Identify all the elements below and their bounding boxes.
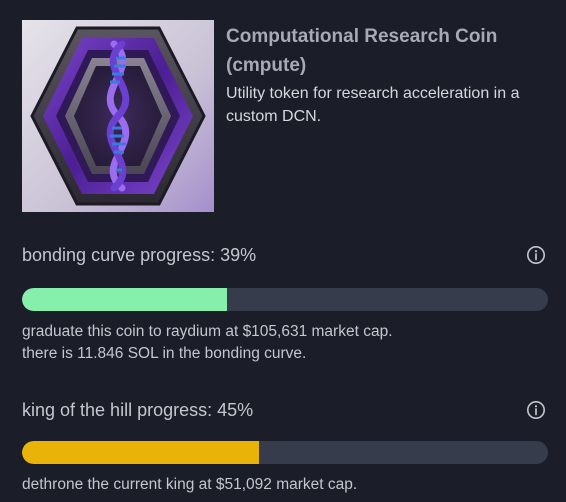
king-of-the-hill-progress-bar <box>22 441 548 464</box>
coin-detail-panel: Computational Research Coin (cmpute) Uti… <box>0 0 566 502</box>
king-of-the-hill-section: king of the hill progress: 45% dethrone … <box>22 397 548 496</box>
coin-name: Computational Research Coin (cmpute) <box>226 26 498 76</box>
coin-logo-image <box>22 20 214 212</box>
bonding-curve-note-sol: there is 11.846 SOL in the bonding curve… <box>22 345 307 362</box>
bonding-curve-label: bonding curve progress: 39% <box>22 244 257 265</box>
info-icon[interactable] <box>526 400 546 420</box>
info-icon[interactable] <box>526 245 546 265</box>
coin-info: Computational Research Coin (cmpute) Uti… <box>226 22 556 212</box>
bonding-curve-progress-fill <box>22 288 228 311</box>
king-of-the-hill-note: dethrone the current king at $51,092 mar… <box>22 476 358 493</box>
bonding-curve-section: bonding curve progress: 39% graduate thi… <box>22 242 548 365</box>
king-of-the-hill-label: king of the hill progress: 45% <box>22 399 254 420</box>
bonding-curve-progress-bar <box>22 288 548 311</box>
bonding-curve-note-graduate: graduate this coin to raydium at $105,63… <box>22 323 393 340</box>
king-of-the-hill-header: king of the hill progress: 45% <box>22 397 548 423</box>
coin-header: Computational Research Coin (cmpute) Uti… <box>22 20 556 212</box>
coin-description: Utility token for research acceleration … <box>226 85 520 125</box>
bonding-curve-header: bonding curve progress: 39% <box>22 242 548 268</box>
king-of-the-hill-progress-fill <box>22 441 259 464</box>
